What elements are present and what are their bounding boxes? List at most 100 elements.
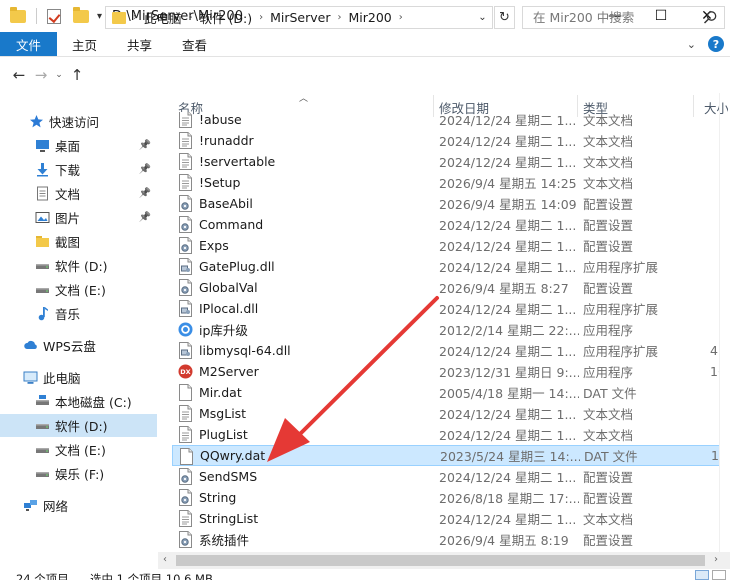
- search-box[interactable]: [522, 6, 725, 29]
- file-row[interactable]: PlugList 2024/12/24 星期二 1... 文本文档: [172, 424, 720, 445]
- nav-item-label: 软件 (D:): [55, 259, 108, 274]
- new-folder-icon[interactable]: [73, 6, 89, 24]
- blank-file-icon: [179, 448, 194, 465]
- blank-file-icon: [178, 384, 193, 401]
- nav-item-label: 图片: [55, 211, 81, 226]
- pin-icon[interactable]: 📌: [139, 188, 151, 199]
- file-date: 2024/12/24 星期二 1...: [439, 239, 577, 254]
- file-row[interactable]: SendSMS 2024/12/24 星期二 1... 配置设置: [172, 466, 720, 487]
- chevron-right-icon[interactable]: ›: [259, 12, 263, 23]
- file-row[interactable]: BaseAbil 2026/9/4 星期五 14:09 配置设置: [172, 193, 720, 214]
- config-file-icon: [178, 489, 193, 506]
- file-row[interactable]: DXM2Server2023/12/31 星期日 9:...应用程序16: [172, 361, 720, 382]
- nav-item-4[interactable]: 图片 📌: [0, 206, 157, 229]
- status-bar: 24 个项目 选中 1 个项目 10.6 MB: [0, 569, 730, 580]
- tab-share[interactable]: 共享: [112, 32, 167, 56]
- scroll-left-icon[interactable]: ‹: [163, 554, 167, 565]
- forward-arrow-icon[interactable]: →: [30, 66, 52, 84]
- file-row[interactable]: !runaddr 2024/12/24 星期二 1... 文本文档: [172, 130, 720, 151]
- nav-item-5[interactable]: 截图: [0, 230, 157, 253]
- picture-icon: [34, 210, 50, 226]
- file-row[interactable]: !servertable 2024/12/24 星期二 1... 文本文档: [172, 151, 720, 172]
- config-file-icon: [178, 195, 193, 212]
- nav-item-11[interactable]: 本地磁盘 (C:): [0, 390, 157, 413]
- pin-icon[interactable]: 📌: [139, 212, 151, 223]
- help-icon[interactable]: ?: [708, 36, 724, 52]
- expand-ribbon-icon[interactable]: ⌄: [687, 38, 696, 51]
- breadcrumb-mir200[interactable]: Mir200: [348, 10, 391, 25]
- file-name: IPlocal.dll: [199, 301, 259, 316]
- config-file-icon: [178, 531, 193, 548]
- nav-item-2[interactable]: 下载 📌: [0, 158, 157, 181]
- file-type: 应用程序扩展: [583, 302, 659, 317]
- file-row[interactable]: GatePlug.dll 2024/12/24 星期二 1... 应用程序扩展: [172, 256, 720, 277]
- text-file-icon: [178, 132, 193, 149]
- nav-item-1[interactable]: 桌面 📌: [0, 134, 157, 157]
- file-row[interactable]: Exps 2024/12/24 星期二 1... 配置设置: [172, 235, 720, 256]
- breadcrumb-drive-d[interactable]: 软件 (D:): [200, 8, 253, 27]
- nav-item-13[interactable]: 文档 (E:): [0, 438, 157, 461]
- search-input[interactable]: [533, 7, 703, 28]
- file-row[interactable]: GlobalVal 2026/9/4 星期五 8:27 配置设置: [172, 277, 720, 298]
- nav-item-7[interactable]: 文档 (E:): [0, 278, 157, 301]
- chevron-right-icon[interactable]: ›: [399, 12, 403, 23]
- tab-home[interactable]: 主页: [57, 32, 112, 56]
- nav-item-9[interactable]: WPS云盘: [0, 334, 157, 357]
- nav-item-10[interactable]: 此电脑: [0, 366, 157, 389]
- breadcrumb-this-pc[interactable]: 此电脑: [144, 8, 182, 27]
- file-name: StringList: [199, 511, 259, 526]
- app-red-icon: DX: [178, 363, 193, 380]
- text-file-icon: [178, 426, 193, 443]
- pin-icon[interactable]: 📌: [139, 140, 151, 151]
- nav-item-12[interactable]: 软件 (D:): [0, 414, 157, 437]
- horizontal-scrollbar[interactable]: ‹ ›: [158, 552, 730, 569]
- nav-item-6[interactable]: 软件 (D:): [0, 254, 157, 277]
- address-bar[interactable]: › 此电脑 › 软件 (D:) › MirServer › Mir200 › ⌄: [105, 6, 493, 29]
- nav-item-15[interactable]: 网络: [0, 494, 157, 517]
- tab-file[interactable]: 文件: [0, 32, 58, 56]
- scroll-right-icon[interactable]: ›: [714, 554, 718, 565]
- drive-icon: [34, 258, 50, 274]
- nav-item-14[interactable]: 娱乐 (F:): [0, 462, 157, 485]
- file-row[interactable]: Mir.dat 2005/4/18 星期一 14:... DAT 文件: [172, 382, 720, 403]
- file-name: PlugList: [199, 427, 248, 442]
- file-row[interactable]: !abuse 2024/12/24 星期二 1... 文本文档: [172, 112, 720, 130]
- nav-item-0[interactable]: 快速访问: [0, 110, 157, 133]
- large-icons-view-button[interactable]: [712, 570, 726, 580]
- file-size: 4: [710, 343, 718, 358]
- file-row[interactable]: ip库升级 2012/2/14 星期二 22:... 应用程序: [172, 319, 720, 340]
- chevron-right-icon[interactable]: ›: [133, 12, 137, 23]
- chevron-right-icon[interactable]: ›: [337, 12, 341, 23]
- tab-view[interactable]: 查看: [167, 32, 222, 56]
- file-name: ip库升级: [199, 323, 248, 338]
- properties-icon[interactable]: [47, 8, 61, 24]
- file-date: 2023/5/24 星期三 14:...: [440, 449, 580, 464]
- search-icon[interactable]: [703, 10, 718, 25]
- back-arrow-icon[interactable]: ←: [8, 66, 30, 84]
- customize-toolbar-icon[interactable]: ▾: [97, 11, 102, 22]
- file-row[interactable]: Command 2024/12/24 星期二 1... 配置设置: [172, 214, 720, 235]
- pin-icon[interactable]: 📌: [139, 164, 151, 175]
- file-name: !runaddr: [199, 133, 254, 148]
- chevron-right-icon[interactable]: ›: [189, 12, 193, 23]
- details-view-button[interactable]: [695, 570, 709, 580]
- file-row[interactable]: StringList 2024/12/24 星期二 1... 文本文档: [172, 508, 720, 529]
- file-row[interactable]: !Setup 2026/9/4 星期五 14:25 文本文档: [172, 172, 720, 193]
- scrollbar-thumb[interactable]: [176, 555, 705, 566]
- up-arrow-icon[interactable]: ↑: [66, 66, 88, 84]
- file-row[interactable]: IPlocal.dll 2024/12/24 星期二 1... 应用程序扩展: [172, 298, 720, 319]
- file-row[interactable]: libmysql-64.dll 2024/12/24 星期二 1... 应用程序扩展…: [172, 340, 720, 361]
- address-dropdown-icon[interactable]: ⌄: [472, 7, 492, 28]
- breadcrumb-mirserver[interactable]: MirServer: [270, 10, 330, 25]
- file-row[interactable]: 系统插件 2026/9/4 星期五 8:19 配置设置: [172, 529, 720, 550]
- config-file-icon: [178, 468, 193, 485]
- nav-item-8[interactable]: 音乐: [0, 302, 157, 325]
- file-row[interactable]: QQwry.dat2023/5/24 星期三 14:...DAT 文件10: [172, 445, 720, 466]
- file-type: 文本文档: [583, 113, 634, 128]
- nav-item-3[interactable]: 文档 📌: [0, 182, 157, 205]
- folder-icon: [10, 6, 26, 24]
- recent-locations-icon[interactable]: ⌄: [52, 70, 66, 80]
- refresh-icon[interactable]: ↻: [494, 6, 515, 29]
- file-row[interactable]: String 2026/8/18 星期二 17:... 配置设置: [172, 487, 720, 508]
- file-row[interactable]: MsgList 2024/12/24 星期二 1... 文本文档: [172, 403, 720, 424]
